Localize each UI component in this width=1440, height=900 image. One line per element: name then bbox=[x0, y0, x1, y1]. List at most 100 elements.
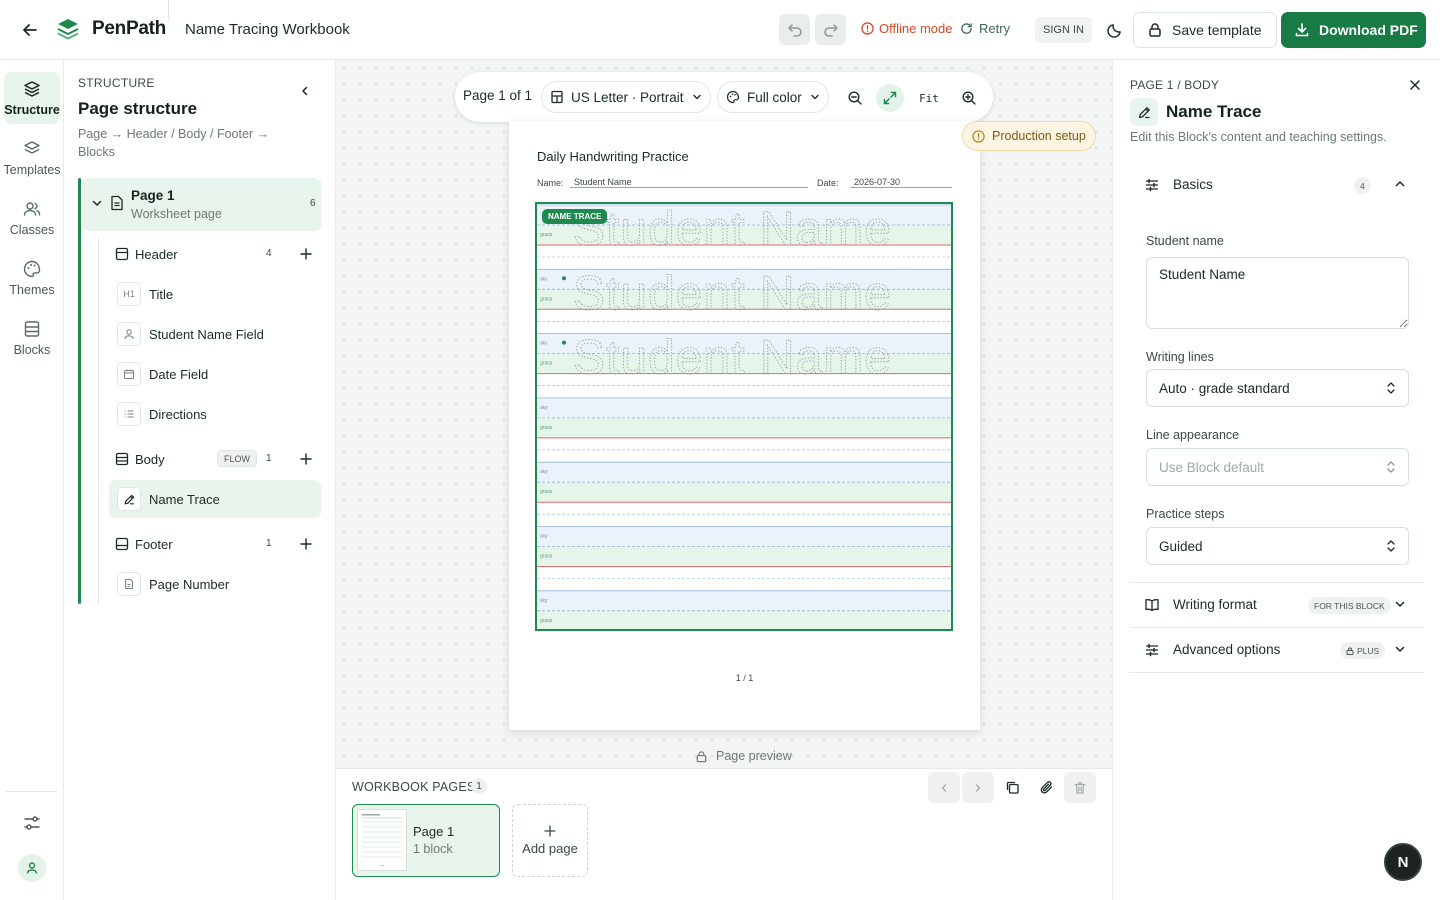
basics-accordion[interactable]: Basics 4 bbox=[1130, 163, 1424, 207]
tree-guide-line bbox=[98, 238, 99, 604]
palette-icon bbox=[23, 260, 41, 278]
page-number: 1 / 1 bbox=[735, 673, 754, 683]
worksheet-title[interactable]: Daily Handwriting Practice bbox=[537, 149, 689, 164]
worksheet-page[interactable]: Daily Handwriting Practice Name: Student… bbox=[509, 121, 980, 730]
assistant-button[interactable]: N bbox=[1384, 843, 1422, 881]
penpath-logo-icon bbox=[56, 17, 80, 41]
trace-text: Student Name bbox=[573, 267, 891, 320]
download-pdf-button[interactable]: Download PDF bbox=[1281, 12, 1426, 48]
name-field-value[interactable]: Student Name bbox=[574, 177, 632, 187]
rail-item-templates[interactable]: Templates bbox=[4, 132, 61, 184]
writing-lines-select[interactable]: Auto · grade standard bbox=[1146, 369, 1409, 407]
color-mode-select[interactable]: Full color bbox=[717, 81, 829, 113]
attach-button[interactable] bbox=[1030, 772, 1062, 803]
list-icon bbox=[117, 402, 141, 426]
chevron-left-icon bbox=[302, 86, 308, 96]
color-mode-value: Full color bbox=[747, 89, 802, 105]
tree-block-name-trace[interactable]: Name Trace bbox=[109, 480, 321, 518]
add-block-button[interactable] bbox=[296, 244, 316, 264]
production-setup-label: Production setup bbox=[992, 129, 1086, 143]
line-appearance-select[interactable]: Use Block default bbox=[1146, 448, 1409, 486]
next-page-button[interactable] bbox=[962, 772, 994, 803]
paper-size-select[interactable]: US Letter · Portrait bbox=[541, 81, 711, 113]
tree-block-title[interactable]: H1 Title bbox=[109, 275, 321, 313]
workbook-pages-count: 1 bbox=[471, 778, 487, 794]
user-avatar[interactable] bbox=[18, 854, 46, 882]
plus-badge-label: PLUS bbox=[1357, 645, 1380, 656]
handwriting-lines: grass Student Name sky grass Student Name sky… bbox=[537, 204, 951, 629]
student-name-label: Student name bbox=[1146, 234, 1224, 248]
name-trace-block[interactable]: NAME TRACE grass Student Name sky grass Stud… bbox=[535, 202, 953, 631]
undo-button[interactable] bbox=[779, 14, 810, 45]
add-page-button[interactable]: Add page bbox=[512, 804, 588, 877]
zoom-out-button[interactable] bbox=[841, 84, 869, 112]
writing-lines-label: Writing lines bbox=[1146, 350, 1214, 364]
pencil-icon bbox=[117, 487, 141, 511]
previous-page-button[interactable] bbox=[928, 772, 960, 803]
sliders-icon bbox=[1146, 643, 1158, 657]
delete-page-button[interactable] bbox=[1064, 772, 1096, 803]
sky-label: sky bbox=[540, 469, 548, 475]
brand-name: PenPath bbox=[92, 18, 166, 39]
date-field-line bbox=[850, 187, 952, 188]
add-page-label: Add page bbox=[522, 841, 578, 856]
block-label: Title bbox=[149, 287, 174, 302]
trace-text: Student Name bbox=[573, 332, 891, 385]
date-field-value[interactable]: 2026-07-30 bbox=[854, 177, 900, 187]
collapse-panel-button[interactable] bbox=[295, 81, 315, 101]
rail-item-blocks[interactable]: Blocks bbox=[4, 312, 60, 364]
tree-section-footer[interactable]: Footer 1 bbox=[109, 531, 321, 557]
zoom-in-button[interactable] bbox=[955, 84, 983, 112]
sky-label: sky bbox=[540, 341, 548, 347]
panel-description: Page → Header / Body / Footer → Blocks bbox=[78, 127, 270, 159]
tree-block-date-field[interactable]: Date Field bbox=[109, 355, 321, 393]
rail-item-themes[interactable]: Themes bbox=[4, 252, 60, 304]
page-card-subtitle: 1 block bbox=[413, 842, 453, 856]
workbook-page-card[interactable]: Page 1 1 block bbox=[352, 804, 500, 877]
top-bar: PenPath Name Tracing Workbook Offline mo… bbox=[0, 0, 1440, 60]
production-setup-button[interactable]: Production setup bbox=[962, 121, 1096, 151]
field-count-badge: 4 bbox=[1354, 177, 1371, 194]
add-block-button[interactable] bbox=[296, 449, 316, 469]
expand-button[interactable] bbox=[876, 84, 904, 112]
settings-sliders-icon[interactable] bbox=[20, 811, 44, 835]
rail-item-classes[interactable]: Classes bbox=[4, 192, 60, 244]
document-title[interactable]: Name Tracing Workbook bbox=[185, 21, 350, 38]
chevron-down-icon[interactable] bbox=[91, 197, 103, 209]
tree-section-body[interactable]: Body FLOW 1 bbox=[109, 446, 321, 472]
tree-block-page-number[interactable]: Page Number bbox=[109, 565, 321, 603]
page-icon bbox=[111, 195, 123, 211]
writing-lines-value: Auto · grade standard bbox=[1159, 380, 1290, 396]
rail-item-structure[interactable]: Structure bbox=[4, 72, 60, 124]
flow-badge: FLOW bbox=[217, 450, 257, 467]
tree-block-directions[interactable]: Directions bbox=[109, 395, 321, 433]
tree-page-1[interactable]: Page 1 Worksheet page 6 bbox=[83, 178, 321, 231]
chevron-updown-icon bbox=[1387, 540, 1395, 552]
lock-icon bbox=[1149, 23, 1161, 37]
section-icon bbox=[115, 247, 129, 261]
fit-button[interactable]: Fit bbox=[915, 84, 943, 112]
duplicate-page-button[interactable] bbox=[996, 772, 1028, 803]
student-name-input[interactable] bbox=[1146, 257, 1409, 329]
tree-block-student-name-field[interactable]: Student Name Field bbox=[109, 315, 321, 353]
writing-format-accordion[interactable]: Writing format FOR THIS BLOCK bbox=[1130, 583, 1424, 627]
lock-icon bbox=[696, 750, 707, 762]
chevron-right-icon bbox=[975, 783, 981, 792]
zoom-out-icon bbox=[848, 91, 862, 105]
practice-steps-select[interactable]: Guided bbox=[1146, 527, 1409, 565]
section-count: 4 bbox=[266, 248, 272, 259]
redo-button[interactable] bbox=[815, 14, 846, 45]
grass-label: grass bbox=[540, 232, 553, 238]
add-block-button[interactable] bbox=[296, 534, 316, 554]
dark-mode-toggle[interactable] bbox=[1103, 19, 1125, 41]
retry-button[interactable]: Retry bbox=[960, 21, 1010, 36]
zoom-in-icon bbox=[962, 91, 976, 105]
sign-in-button[interactable]: SIGN IN bbox=[1035, 17, 1092, 43]
close-icon[interactable] bbox=[1405, 75, 1425, 95]
tree-section-header[interactable]: Header 4 bbox=[109, 241, 321, 267]
date-field-label: Date: bbox=[817, 178, 839, 188]
save-template-button[interactable]: Save template bbox=[1133, 12, 1277, 48]
sky-label: sky bbox=[540, 598, 548, 604]
advanced-options-accordion[interactable]: Advanced options PLUS bbox=[1130, 628, 1424, 672]
back-arrow-icon[interactable] bbox=[18, 18, 42, 42]
